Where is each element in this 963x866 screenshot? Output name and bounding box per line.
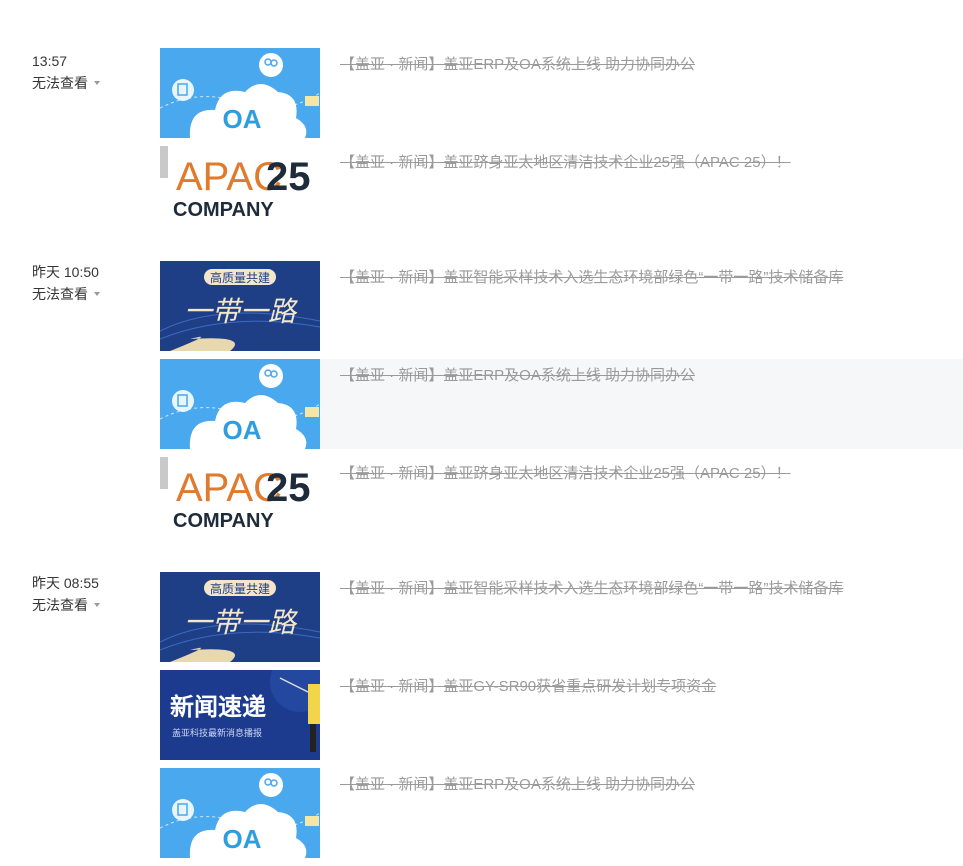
status-dropdown[interactable]: 无法查看	[32, 72, 142, 94]
list-item[interactable]: 高质量共建 一带一路 【盖亚 · 新闻】盖亚智能采样技术入选生态环境部绿色“一带…	[160, 261, 963, 351]
list-item[interactable]: OA 【盖亚 · 新闻】盖亚ERP及OA系统上线 助力协同办公	[160, 359, 963, 449]
oa-thumbnail: OA	[160, 359, 320, 449]
message-title[interactable]: 【盖亚 · 新闻】盖亚跻身亚太地区清洁技术企业25强（APAC 25）！	[340, 463, 791, 485]
svg-text:25: 25	[266, 155, 311, 199]
svg-text:一带一路: 一带一路	[184, 607, 298, 638]
svg-text:COMPANY: COMPANY	[173, 510, 274, 532]
group-time: 13:57	[32, 53, 68, 69]
oa-thumbnail: OA	[160, 48, 320, 138]
svg-text:OA: OA	[223, 824, 262, 854]
group-meta: 13:57 无法查看	[32, 50, 142, 94]
news-thumbnail: 新闻速递 盖亚科技最新消息播报	[160, 670, 320, 760]
svg-text:25: 25	[266, 466, 311, 510]
caret-down-icon	[94, 292, 100, 296]
message-title[interactable]: 【盖亚 · 新闻】盖亚智能采样技术入选生态环境部绿色“一带一路”技术储备库	[340, 578, 843, 600]
apac-thumbnail: APAC 25 COMPANY	[160, 146, 320, 236]
list-item[interactable]: APAC 25 COMPANY 【盖亚 · 新闻】盖亚跻身亚太地区清洁技术企业2…	[160, 146, 963, 236]
message-title[interactable]: 【盖亚 · 新闻】盖亚跻身亚太地区清洁技术企业25强（APAC 25）！	[340, 152, 791, 174]
caret-down-icon	[94, 81, 100, 85]
belt-road-thumbnail: 高质量共建 一带一路	[160, 261, 320, 351]
message-title[interactable]: 【盖亚 · 新闻】盖亚GY-SR90获省重点研发计划专项资金	[340, 676, 716, 698]
status-dropdown[interactable]: 无法查看	[32, 594, 142, 616]
svg-text:OA: OA	[223, 104, 262, 134]
list-item[interactable]: 高质量共建 一带一路 【盖亚 · 新闻】盖亚智能采样技术入选生态环境部绿色“一带…	[160, 572, 963, 662]
svg-text:新闻速递: 新闻速递	[170, 693, 266, 721]
svg-text:盖亚科技最新消息播报: 盖亚科技最新消息播报	[172, 727, 262, 738]
svg-text:COMPANY: COMPANY	[173, 199, 274, 221]
message-title[interactable]: 【盖亚 · 新闻】盖亚ERP及OA系统上线 助力协同办公	[340, 774, 695, 796]
group-time: 昨天 10:50	[32, 264, 99, 280]
list-item[interactable]: OA 【盖亚 · 新闻】盖亚ERP及OA系统上线 助力协同办公	[160, 768, 963, 858]
oa-thumbnail: OA	[160, 768, 320, 858]
message-title[interactable]: 【盖亚 · 新闻】盖亚ERP及OA系统上线 助力协同办公	[340, 365, 695, 387]
status-dropdown[interactable]: 无法查看	[32, 283, 142, 305]
group-time: 昨天 08:55	[32, 575, 99, 591]
list-item[interactable]: 新闻速递 盖亚科技最新消息播报 【盖亚 · 新闻】盖亚GY-SR90获省重点研发…	[160, 670, 963, 760]
svg-text:高质量共建: 高质量共建	[210, 270, 270, 285]
group-meta: 昨天 08:55 无法查看	[32, 572, 142, 616]
svg-text:OA: OA	[223, 415, 262, 445]
belt-road-thumbnail: 高质量共建 一带一路	[160, 572, 320, 662]
list-item[interactable]: OA 【盖亚 · 新闻】盖亚ERP及OA系统上线 助力协同办公	[160, 48, 963, 138]
message-title[interactable]: 【盖亚 · 新闻】盖亚智能采样技术入选生态环境部绿色“一带一路”技术储备库	[340, 267, 843, 289]
group-meta: 昨天 10:50 无法查看	[32, 261, 142, 305]
list-item[interactable]: APAC 25 COMPANY 【盖亚 · 新闻】盖亚跻身亚太地区清洁技术企业2…	[160, 457, 963, 547]
apac-thumbnail: APAC 25 COMPANY	[160, 457, 320, 547]
svg-text:一带一路: 一带一路	[184, 296, 298, 327]
svg-text:高质量共建: 高质量共建	[210, 581, 270, 596]
caret-down-icon	[94, 603, 100, 607]
message-title[interactable]: 【盖亚 · 新闻】盖亚ERP及OA系统上线 助力协同办公	[340, 54, 695, 76]
